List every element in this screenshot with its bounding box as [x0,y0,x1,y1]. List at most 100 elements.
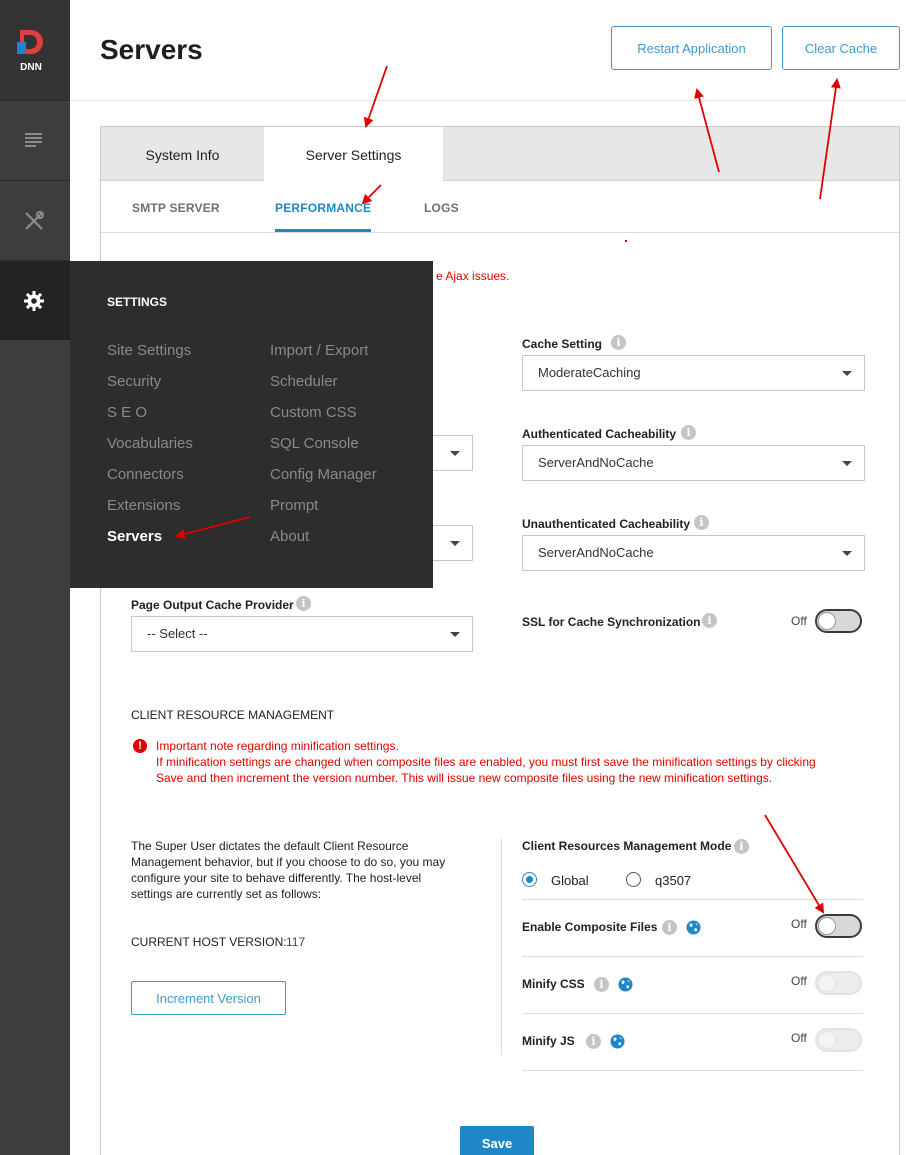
content-icon [25,133,42,147]
info-icon[interactable]: i [611,335,626,350]
radio-q3507-label: q3507 [655,873,692,888]
error-icon: ! [133,739,147,753]
rail-content-button[interactable] [0,100,70,180]
cache-setting-select[interactable]: ModerateCaching [522,355,865,391]
menu-item-site-settings[interactable]: Site Settings [107,342,191,359]
client-resource-management-title: CLIENT RESOURCE MANAGEMENT [131,708,335,722]
left-rail: DNN [0,0,70,1155]
tab-bar: System Info Server Settings [101,127,899,182]
cache-setting-label: Cache Setting [522,337,603,351]
enable-composite-files-label: Enable Composite Files [522,920,658,934]
column-divider [501,838,502,1055]
stray-mark [625,240,627,242]
minify-css-state: Off [791,974,807,988]
radio-global-label: Global [551,873,589,888]
dnn-logo-icon: DNN [17,30,43,73]
chevron-down-icon [450,451,460,456]
svg-text:DNN: DNN [20,62,42,73]
crm-mode-label: Client Resources Management Mode [522,839,732,853]
minification-note-title: Important note regarding minification se… [156,739,399,753]
page-output-cache-provider-label: Page Output Cache Provider [131,598,294,612]
menu-item-extensions[interactable]: Extensions [107,497,180,514]
menu-item-security[interactable]: Security [107,373,161,390]
menu-item-sql-console[interactable]: SQL Console [270,435,359,452]
ajax-warning-text: e Ajax issues. [436,269,510,283]
ssl-cache-sync-state: Off [791,614,807,628]
increment-version-button[interactable]: Increment Version [131,981,286,1015]
info-icon[interactable]: i [296,596,311,611]
info-icon[interactable]: i [694,515,709,530]
enable-composite-files-toggle[interactable] [815,914,862,938]
current-host-version-value: 117 [286,935,306,949]
authenticated-cacheability-select[interactable]: ServerAndNoCache [522,445,865,481]
row-divider [522,956,863,957]
ssl-cache-sync-label: SSL for Cache Synchronization [522,615,701,629]
minify-css-toggle[interactable] [815,971,862,995]
crm-description-line-1: The Super User dictates the default Clie… [131,839,409,853]
info-icon[interactable]: i [586,1034,601,1049]
minify-js-toggle[interactable] [815,1028,862,1052]
info-icon[interactable]: i [662,920,677,935]
cache-setting-value: ModerateCaching [538,365,641,380]
info-icon[interactable]: i [681,425,696,440]
menu-item-custom-css[interactable]: Custom CSS [270,404,357,421]
subtab-performance[interactable]: PERFORMANCE [275,201,372,232]
ssl-cache-sync-toggle[interactable] [815,609,862,633]
subtab-smtp-server[interactable]: SMTP SERVER [132,201,220,215]
dnn-logo[interactable]: DNN [0,0,70,100]
minify-js-label: Minify JS [522,1034,575,1048]
info-icon[interactable]: i [734,839,749,854]
arrow-to-server-settings-tab [363,65,388,128]
flyout-title: SETTINGS [107,295,168,309]
radio-q3507[interactable] [626,872,641,887]
subtab-logs[interactable]: LOGS [424,201,459,215]
menu-item-servers[interactable]: Servers [107,528,162,545]
page: DNN Servers Restart Application Clear Ca… [0,0,906,1155]
menu-item-import-export[interactable]: Import / Export [270,342,368,359]
authenticated-cacheability-value: ServerAndNoCache [538,455,654,470]
unauthenticated-cacheability-select[interactable]: ServerAndNoCache [522,535,865,571]
gear-icon [24,291,44,311]
page-output-cache-provider-select[interactable]: -- Select -- [131,616,473,652]
header-divider [70,100,906,101]
globe-icon [610,1034,625,1049]
row-divider [522,1070,863,1071]
settings-flyout: SETTINGS Site Settings Security S E O Vo… [70,261,433,588]
tab-system-info[interactable]: System Info [101,127,264,181]
crm-description-line-4: settings are currently set as follows: [131,887,322,901]
subtab-bar: SMTP SERVER PERFORMANCE LOGS [101,181,899,233]
current-host-version-label: CURRENT HOST VERSION: [131,935,287,949]
menu-item-vocabularies[interactable]: Vocabularies [107,435,193,452]
clear-cache-button[interactable]: Clear Cache [782,26,900,70]
globe-icon [618,977,633,992]
rail-settings-button[interactable] [0,260,70,340]
minification-note-line-2: Save and then increment the version numb… [156,771,773,785]
enable-composite-files-state: Off [791,917,807,931]
radio-global[interactable] [522,872,537,887]
chevron-down-icon [842,371,852,376]
globe-icon [686,920,701,935]
chevron-down-icon [450,541,460,546]
chevron-down-icon [450,632,460,637]
info-icon[interactable]: i [594,977,609,992]
unauthenticated-cacheability-label: Unauthenticated Cacheability [522,517,691,531]
restart-application-button[interactable]: Restart Application [611,26,772,70]
rail-tools-button[interactable] [0,180,70,260]
chevron-down-icon [842,461,852,466]
minify-css-label: Minify CSS [522,977,585,991]
info-icon[interactable]: i [702,613,717,628]
menu-item-scheduler[interactable]: Scheduler [270,373,338,390]
save-button[interactable]: Save [460,1126,534,1155]
menu-item-about[interactable]: About [270,528,309,545]
menu-item-config-manager[interactable]: Config Manager [270,466,377,483]
chevron-down-icon [842,551,852,556]
row-divider [522,899,863,900]
menu-item-prompt[interactable]: Prompt [270,497,318,514]
tools-icon [25,211,44,230]
menu-item-seo[interactable]: S E O [107,404,147,421]
crm-description-line-2: Management behavior, but if you choose t… [131,855,446,869]
crm-description-line-3: configure your site to behave differentl… [131,871,422,885]
unauthenticated-cacheability-value: ServerAndNoCache [538,545,654,560]
menu-item-connectors[interactable]: Connectors [107,466,184,483]
tab-server-settings[interactable]: Server Settings [264,127,443,182]
